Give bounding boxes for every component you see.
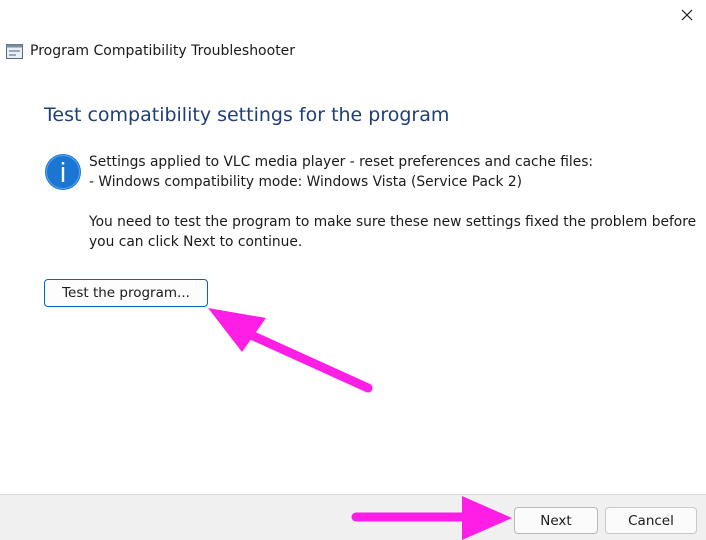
instruction-text-line2: you can click Next to continue. xyxy=(89,234,303,250)
page-title: Test compatibility settings for the prog… xyxy=(44,104,450,126)
annotation-overlay xyxy=(208,308,512,540)
annotation-arrow-test-icon xyxy=(208,308,373,393)
compat-mode-text: - Windows compatibility mode: Windows Vi… xyxy=(89,174,523,190)
test-program-button[interactable]: Test the program... xyxy=(44,279,208,307)
cancel-button[interactable]: Cancel xyxy=(605,507,697,534)
info-icon xyxy=(45,154,81,190)
next-button[interactable]: Next xyxy=(514,507,598,534)
close-icon xyxy=(681,9,693,21)
footer-bar xyxy=(0,494,706,540)
close-button[interactable] xyxy=(668,0,706,30)
troubleshooter-icon xyxy=(6,44,23,59)
settings-applied-text: Settings applied to VLC media player - r… xyxy=(89,154,594,170)
app-header: Program Compatibility Troubleshooter xyxy=(0,36,706,68)
title-bar xyxy=(0,0,706,32)
window-title: Program Compatibility Troubleshooter xyxy=(30,43,296,59)
instruction-text-line1: You need to test the program to make sur… xyxy=(89,214,697,230)
